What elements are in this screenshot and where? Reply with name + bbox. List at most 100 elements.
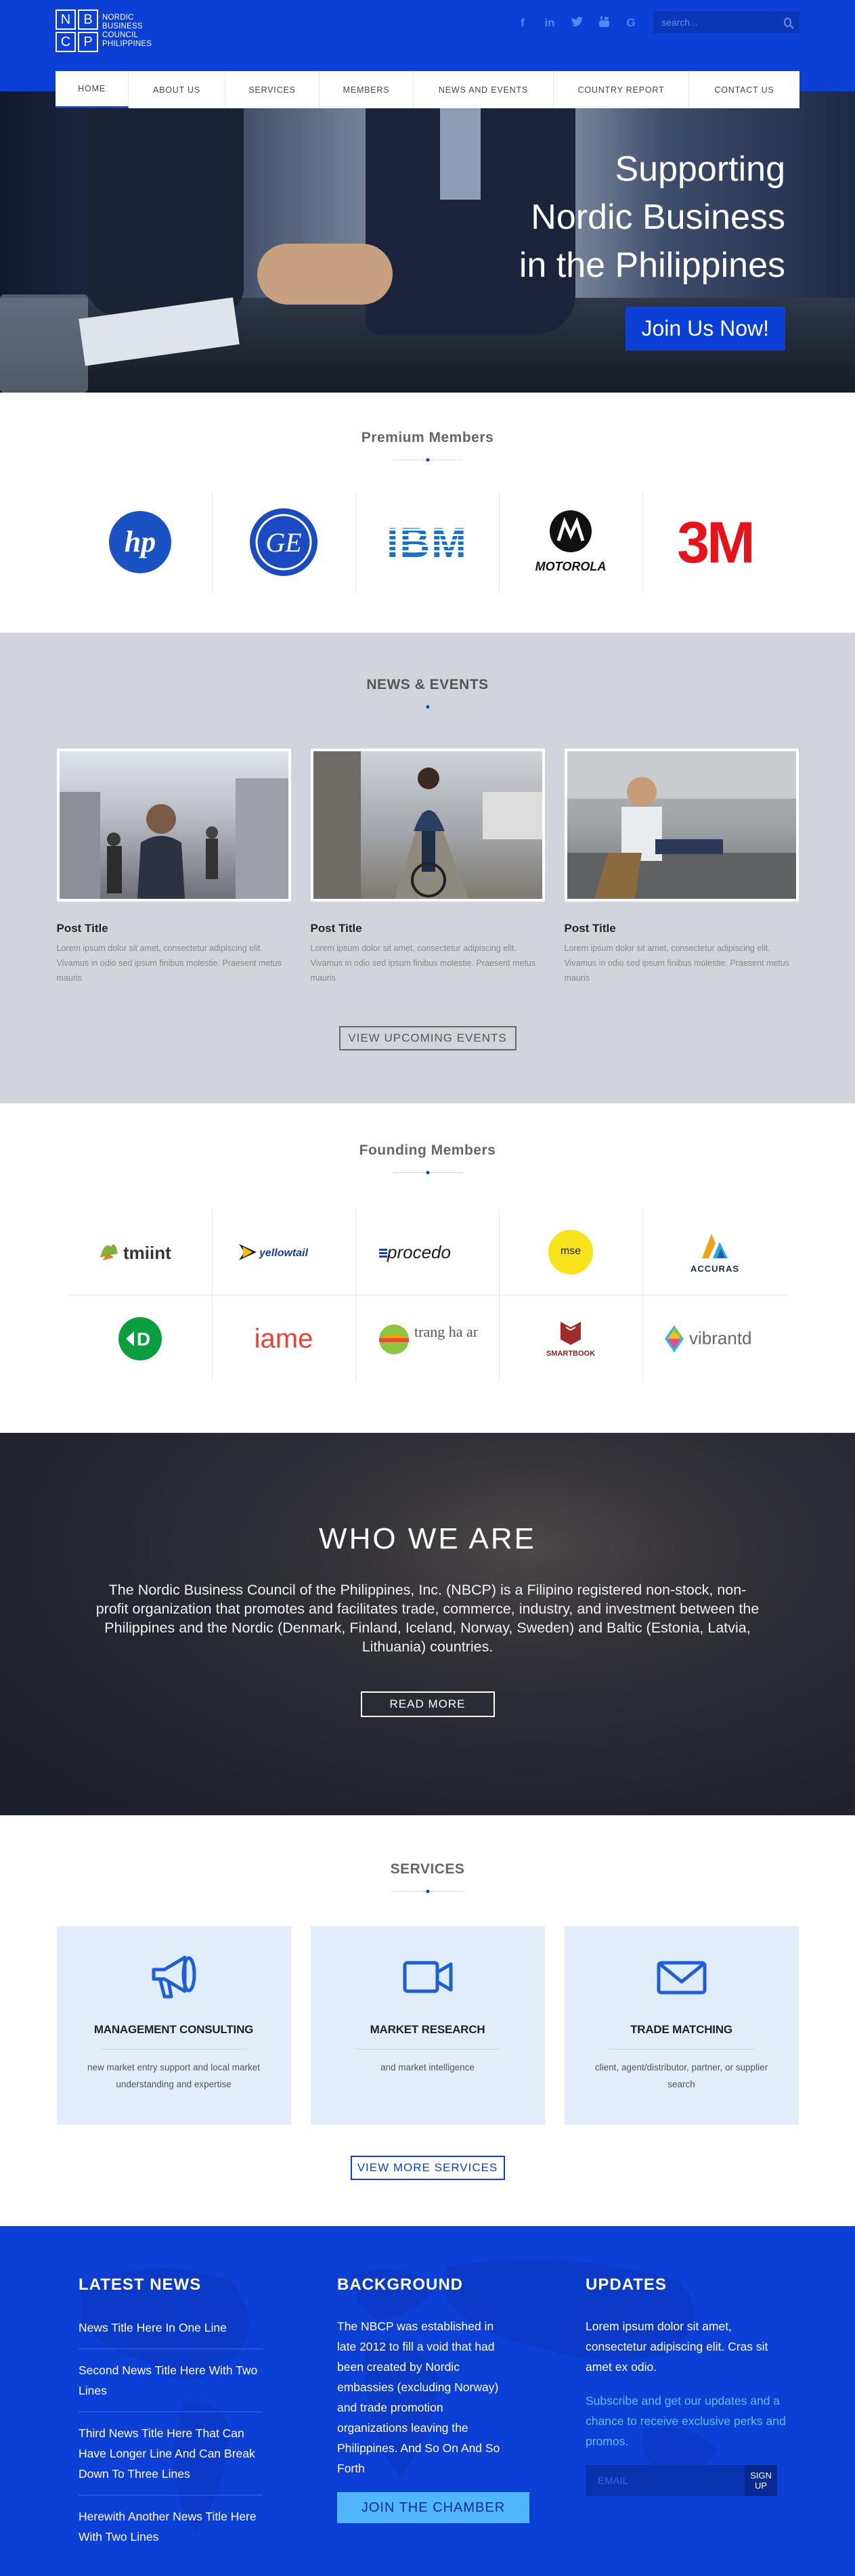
nav-members[interactable]: MEMBERS bbox=[320, 71, 414, 108]
linkedin-icon[interactable]: in bbox=[544, 16, 556, 31]
svg-text:GE: GE bbox=[265, 527, 301, 558]
svg-text:trang ha anh: trang ha anh bbox=[414, 1323, 478, 1340]
social-links: f in G bbox=[517, 16, 637, 31]
nav-country-report[interactable]: COUNTRY REPORT bbox=[554, 71, 689, 108]
news-link[interactable]: Second News Title Here With Two Lines bbox=[79, 2357, 263, 2412]
join-us-button[interactable]: Join Us Now! bbox=[625, 307, 785, 351]
subscribe-form: SIGN UP bbox=[586, 2465, 777, 2496]
search-icon[interactable] bbox=[784, 18, 791, 27]
site-logo[interactable]: N B C P NORDIC BUSINESS COUNCIL PHILIPPI… bbox=[56, 9, 152, 52]
news-card[interactable]: Post Title Lorem ipsum dolor sit amet, c… bbox=[310, 749, 545, 985]
footer-heading: UPDATES bbox=[586, 2275, 667, 2294]
svg-text:IBM: IBM bbox=[387, 520, 468, 564]
news-link[interactable]: Third News Title Here That Can Have Long… bbox=[79, 2420, 263, 2495]
hp-logo[interactable]: hp bbox=[69, 491, 213, 593]
logo-wordmark: NORDIC BUSINESS COUNCIL PHILIPPINES bbox=[102, 14, 152, 49]
news-photo[interactable] bbox=[56, 749, 291, 902]
ld-logo[interactable]: D bbox=[69, 1295, 213, 1382]
section-title: Premium Members bbox=[361, 430, 494, 445]
logo-word: COUNCIL bbox=[102, 30, 139, 39]
hero-line: in the Philippines bbox=[519, 246, 785, 285]
news-photo[interactable] bbox=[564, 749, 799, 902]
ge-logo[interactable]: GE bbox=[213, 491, 356, 593]
post-title[interactable]: Post Title bbox=[57, 922, 291, 935]
svg-text:tmiint: tmiint bbox=[123, 1243, 171, 1263]
who-we-are-text: The Nordic Business Council of the Phili… bbox=[95, 1582, 760, 1655]
nav-about-us[interactable]: ABOUT US bbox=[129, 71, 225, 108]
hero-line: Nordic Business bbox=[531, 198, 785, 237]
title-divider bbox=[392, 1172, 463, 1174]
procedo-logo[interactable]: procedo bbox=[355, 1209, 500, 1295]
service-card[interactable]: MARKET RESEARCH and market intelligence bbox=[310, 1926, 545, 2125]
smartbook-logo[interactable]: SMARTBOOK bbox=[500, 1295, 643, 1382]
search-input[interactable] bbox=[661, 17, 784, 28]
news-card[interactable]: Post Title Lorem ipsum dolor sit amet, c… bbox=[564, 749, 799, 985]
nav-contact-us[interactable]: CONTACT US bbox=[689, 71, 799, 108]
news-link[interactable]: Herewith Another News Title Here With Tw… bbox=[79, 2504, 263, 2558]
title-divider bbox=[392, 707, 463, 708]
facebook-icon[interactable]: f bbox=[517, 16, 529, 31]
view-more-services-button[interactable]: VIEW MORE SERVICES bbox=[350, 2156, 505, 2180]
vibrantd-logo[interactable]: vibrantd bbox=[643, 1295, 787, 1382]
post-title[interactable]: Post Title bbox=[311, 922, 545, 935]
latest-news-list: News Title Here In One Line Second News … bbox=[79, 2315, 263, 2558]
twitter-icon[interactable] bbox=[571, 16, 583, 31]
service-description: and market intelligence bbox=[380, 2062, 475, 2072]
service-title: MANAGEMENT CONSULTING bbox=[93, 2023, 254, 2036]
services-section: SERVICES MANAGEMENT CONSULTING new marke… bbox=[0, 1815, 855, 2226]
svg-text:MOTOROLA: MOTOROLA bbox=[535, 560, 607, 573]
motorola-logo[interactable]: MOTOROLA bbox=[500, 491, 643, 593]
footer-heading: LATEST NEWS bbox=[79, 2275, 202, 2294]
iame-logo[interactable]: iame bbox=[213, 1295, 356, 1382]
svg-text:D: D bbox=[137, 1329, 150, 1350]
svg-text:vibrantd: vibrantd bbox=[689, 1328, 752, 1348]
post-excerpt: Lorem ipsum dolor sit amet, consectetur … bbox=[56, 943, 282, 983]
logo-letter: B bbox=[78, 9, 98, 30]
video-camera-icon bbox=[401, 1961, 455, 2005]
updates-text: Lorem ipsum dolor sit amet, consectetur … bbox=[586, 2319, 768, 2374]
ibm-logo[interactable]: IBM bbox=[356, 491, 500, 593]
who-we-are-title: WHO WE ARE bbox=[319, 1522, 536, 1555]
nav-home[interactable]: HOME bbox=[56, 71, 129, 108]
section-title: Founding Members bbox=[359, 1142, 496, 1158]
footer-heading: BACKGROUND bbox=[337, 2275, 463, 2294]
youtube-icon[interactable] bbox=[598, 16, 610, 31]
site-footer: LATEST NEWS News Title Here In One Line … bbox=[0, 2226, 855, 2576]
news-card[interactable]: Post Title Lorem ipsum dolor sit amet, c… bbox=[56, 749, 291, 985]
nav-services[interactable]: SERVICES bbox=[225, 71, 320, 108]
section-title: SERVICES bbox=[390, 1861, 465, 1877]
nav-news-and-events[interactable]: NEWS AND EVENTS bbox=[414, 71, 554, 108]
sign-up-button[interactable]: SIGN UP bbox=[745, 2465, 777, 2496]
email-field[interactable] bbox=[586, 2465, 745, 2496]
accuras-logo[interactable]: ACCURAS bbox=[642, 1209, 787, 1295]
post-title[interactable]: Post Title bbox=[565, 922, 799, 935]
svg-text:iame: iame bbox=[255, 1324, 313, 1354]
google-plus-icon[interactable]: G bbox=[625, 16, 637, 31]
hero-headline: Supporting Nordic Business in the Philip… bbox=[519, 146, 785, 290]
who-we-are-content: WHO WE ARE The Nordic Business Council o… bbox=[0, 1433, 855, 1717]
premium-logos: hp GE IBM MOTOROLA 3M bbox=[0, 491, 855, 593]
service-cards: MANAGEMENT CONSULTING new market entry s… bbox=[0, 1926, 855, 2125]
trang-ha-anh-logo[interactable]: trang ha anh bbox=[356, 1295, 500, 1382]
post-excerpt: Lorem ipsum dolor sit amet, consectetur … bbox=[564, 943, 790, 983]
join-the-chamber-button[interactable]: JOIN THE CHAMBER bbox=[337, 2492, 529, 2523]
tmiint-logo[interactable]: tmiint bbox=[68, 1209, 213, 1295]
view-upcoming-events-button[interactable]: VIEW UPCOMING EVENTS bbox=[338, 1026, 517, 1050]
read-more-button[interactable]: READ MORE bbox=[360, 1691, 495, 1717]
logo-letter: N bbox=[56, 9, 76, 30]
service-title: TRADE MATCHING bbox=[630, 2023, 732, 2036]
background-text: The NBCP was established in late 2012 to… bbox=[337, 2319, 500, 2475]
mse-logo[interactable]: mse bbox=[499, 1209, 643, 1295]
3m-logo[interactable]: 3M bbox=[643, 491, 787, 593]
post-excerpt: Lorem ipsum dolor sit amet, consectetur … bbox=[310, 943, 536, 983]
title-divider bbox=[392, 460, 463, 461]
news-photo[interactable] bbox=[310, 749, 545, 902]
service-card[interactable]: TRADE MATCHING client, agent/distributor… bbox=[564, 1926, 799, 2125]
news-link[interactable]: News Title Here In One Line bbox=[79, 2315, 263, 2349]
subscribe-text: Subscribe and get our updates and a chan… bbox=[586, 2394, 786, 2448]
founding-logos: tmiint yellowtail procedo mse ACCURAS D … bbox=[68, 1209, 787, 1382]
founding-members-section: Founding Members tmiint yellowtail proce… bbox=[0, 1103, 855, 1433]
yellowtail-logo[interactable]: yellowtail bbox=[212, 1209, 356, 1295]
svg-text:SMARTBOOK: SMARTBOOK bbox=[546, 1350, 595, 1358]
service-card[interactable]: MANAGEMENT CONSULTING new market entry s… bbox=[56, 1926, 291, 2125]
